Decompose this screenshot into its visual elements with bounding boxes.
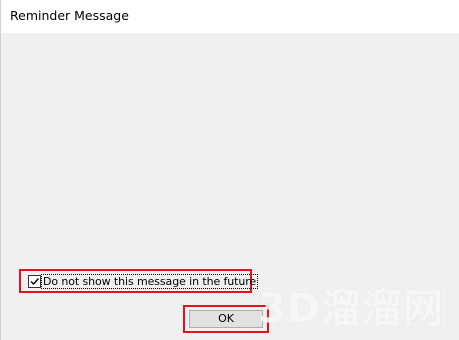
ok-button[interactable]: OK: [189, 310, 263, 328]
reminder-dialog: Reminder Message Do not show this messag…: [0, 0, 459, 340]
title-bar: Reminder Message: [1, 0, 459, 33]
dialog-content: Do not show this message in the future O…: [1, 33, 459, 340]
do-not-show-checkbox[interactable]: [28, 275, 41, 288]
do-not-show-checkbox-row[interactable]: Do not show this message in the future: [19, 269, 259, 293]
ok-button-highlight: OK: [183, 305, 269, 333]
do-not-show-label[interactable]: Do not show this message in the future: [40, 274, 259, 289]
checkmark-icon: [30, 278, 40, 286]
window-title: Reminder Message: [10, 8, 129, 23]
